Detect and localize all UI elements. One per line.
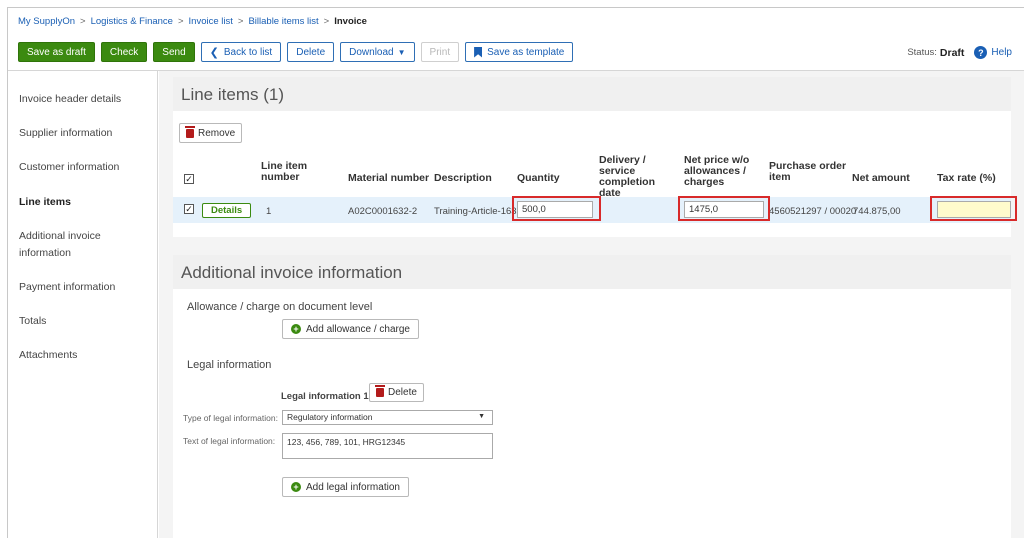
allowance-heading: Allowance / charge on document level: [187, 301, 373, 313]
sidebar-item-payment-information[interactable]: Payment information: [19, 279, 115, 296]
download-dropdown-button[interactable]: Download ▼: [340, 42, 415, 62]
plus-circle-icon: +: [291, 324, 301, 334]
highlight-box-tax-rate: [930, 196, 1017, 221]
breadcrumb-separator: >: [80, 16, 86, 27]
add-allowance-button[interactable]: + Add allowance / charge: [282, 319, 419, 339]
sidebar-item-totals[interactable]: Totals: [19, 313, 46, 330]
details-button[interactable]: Details: [202, 203, 252, 218]
help-icon[interactable]: ?: [974, 46, 988, 59]
save-as-template-button[interactable]: Save as template: [465, 42, 574, 62]
bookmark-icon: [474, 46, 483, 58]
line-items-header: [173, 77, 1011, 111]
sidebar-item-supplier-information[interactable]: Supplier information: [19, 125, 112, 142]
send-button[interactable]: Send: [153, 42, 195, 62]
trash-icon: [375, 385, 385, 397]
add-legal-information-label: Add legal information: [306, 481, 400, 493]
sidebar-item-attachments[interactable]: Attachments: [19, 347, 77, 364]
cell-net-amount: 744.875,00: [853, 206, 901, 217]
action-toolbar: Save as draft Check Send ❮ Back to list D…: [18, 42, 579, 62]
highlight-box-quantity: [512, 196, 601, 221]
status-label: Status:: [907, 47, 937, 58]
cell-purchase-order-item: 4560521297 / 00020: [769, 206, 857, 217]
type-of-legal-information-label: Type of legal information:: [183, 413, 278, 423]
line-items-title: Line items (1): [181, 85, 284, 104]
column-header-tax-rate: Tax rate (%): [937, 172, 996, 184]
breadcrumb-invoice-list[interactable]: Invoice list: [189, 16, 233, 27]
save-as-template-label: Save as template: [487, 46, 565, 58]
column-header-line-item-number: Line item number: [261, 160, 308, 183]
cell-description: Training-Article-163: [434, 206, 517, 217]
legal-type-value: Regulatory information: [287, 412, 373, 422]
column-header-net-price: Net price w/o allowances / charges: [684, 154, 750, 188]
highlight-box-net-price: [678, 196, 770, 221]
status-value: Draft: [939, 46, 965, 59]
back-to-list-label: Back to list: [223, 46, 273, 58]
line-items-panel: Line items (1) Remove ✓ Line item number…: [173, 77, 1017, 237]
column-header-purchase-order-item: Purchase order item: [769, 160, 847, 183]
sidebar-item-additional-invoice-information[interactable]: Additional invoice information: [19, 228, 129, 262]
breadcrumb-separator: >: [177, 16, 184, 27]
remove-label: Remove: [198, 127, 236, 139]
column-header-quantity: Quantity: [517, 172, 560, 184]
delete-button[interactable]: Delete: [287, 42, 335, 62]
column-header-net-amount: Net amount: [852, 172, 910, 184]
caret-down-icon: ▼: [478, 413, 485, 420]
legal-text-textarea[interactable]: 123, 456, 789, 101, HRG12345: [282, 433, 493, 459]
add-legal-information-button[interactable]: + Add legal information: [282, 477, 409, 497]
sidebar-item-customer-information[interactable]: Customer information: [19, 159, 119, 176]
save-as-draft-button[interactable]: Save as draft: [18, 42, 95, 62]
add-allowance-label: Add allowance / charge: [306, 323, 410, 335]
legal-information-item-title: Legal information 1: [281, 391, 369, 402]
column-header-material-number: Material number: [348, 172, 430, 184]
breadcrumb-separator: >: [323, 16, 330, 27]
sidebar-item-invoice-header-details[interactable]: Invoice header details: [19, 91, 121, 108]
back-to-list-button[interactable]: ❮ Back to list: [200, 42, 282, 62]
section-sidebar: Invoice header details Supplier informat…: [8, 71, 158, 538]
cell-material-number: A02C0001632-2: [348, 206, 418, 217]
text-of-legal-information-label: Text of legal information:: [183, 436, 276, 446]
breadcrumb-logistics-finance[interactable]: Logistics & Finance: [91, 16, 173, 27]
trash-icon: [185, 125, 195, 138]
sidebar-item-line-items[interactable]: Line items: [19, 194, 71, 211]
plus-circle-icon: +: [291, 482, 301, 492]
breadcrumb: My SupplyOn > Logistics & Finance > Invoice …: [18, 16, 367, 27]
chevron-left-icon: ❮: [209, 46, 219, 59]
row-checkbox[interactable]: ✓: [184, 204, 194, 214]
additional-information-panel: Additional invoice information Allowance…: [173, 255, 1011, 538]
column-header-delivery-date: Delivery / service completion date: [599, 154, 656, 199]
check-button[interactable]: Check: [100, 42, 148, 62]
legal-information-heading: Legal information: [187, 359, 272, 371]
download-label: Download: [349, 46, 394, 58]
breadcrumb-billable-items-list[interactable]: Billable items list: [248, 16, 318, 27]
cell-line-item-number: 1: [266, 206, 272, 217]
legal-delete-label: Delete: [388, 387, 417, 398]
app-frame: My SupplyOn > Logistics & Finance > Invoice …: [7, 7, 1024, 538]
breadcrumb-my-supplyon[interactable]: My SupplyOn: [18, 16, 75, 27]
additional-information-title: Additional invoice information: [181, 263, 403, 282]
breadcrumb-current: Invoice: [334, 16, 367, 27]
legal-delete-button[interactable]: Delete: [369, 383, 424, 402]
select-all-checkbox[interactable]: ✓: [184, 174, 194, 184]
caret-down-icon: ▼: [397, 47, 406, 57]
breadcrumb-separator: >: [237, 16, 244, 27]
column-header-description: Description: [434, 172, 492, 184]
document-status: Status: Draft ? Help: [907, 46, 1012, 59]
help-link[interactable]: Help: [991, 47, 1012, 58]
print-button[interactable]: Print: [420, 42, 460, 62]
main-content: Line items (1) Remove ✓ Line item number…: [159, 71, 1024, 538]
remove-button[interactable]: Remove: [179, 123, 243, 143]
legal-type-select[interactable]: Regulatory information ▼: [282, 410, 493, 425]
